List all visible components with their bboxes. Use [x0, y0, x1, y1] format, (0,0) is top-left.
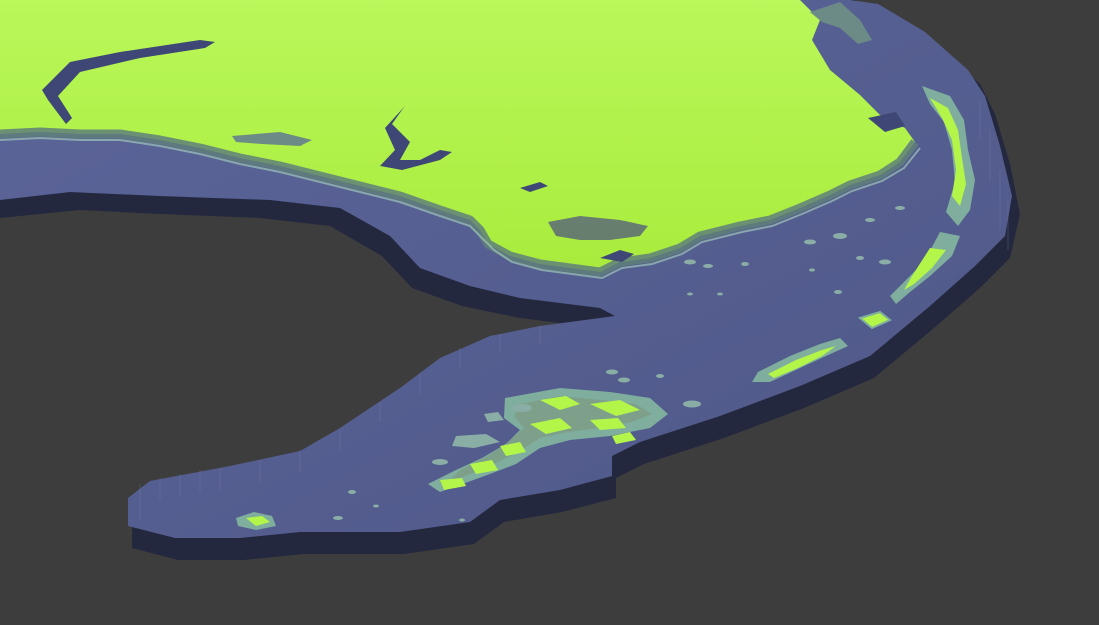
- viewport-canvas[interactable]: [0, 0, 1099, 625]
- 3d-viewport[interactable]: [0, 0, 1099, 625]
